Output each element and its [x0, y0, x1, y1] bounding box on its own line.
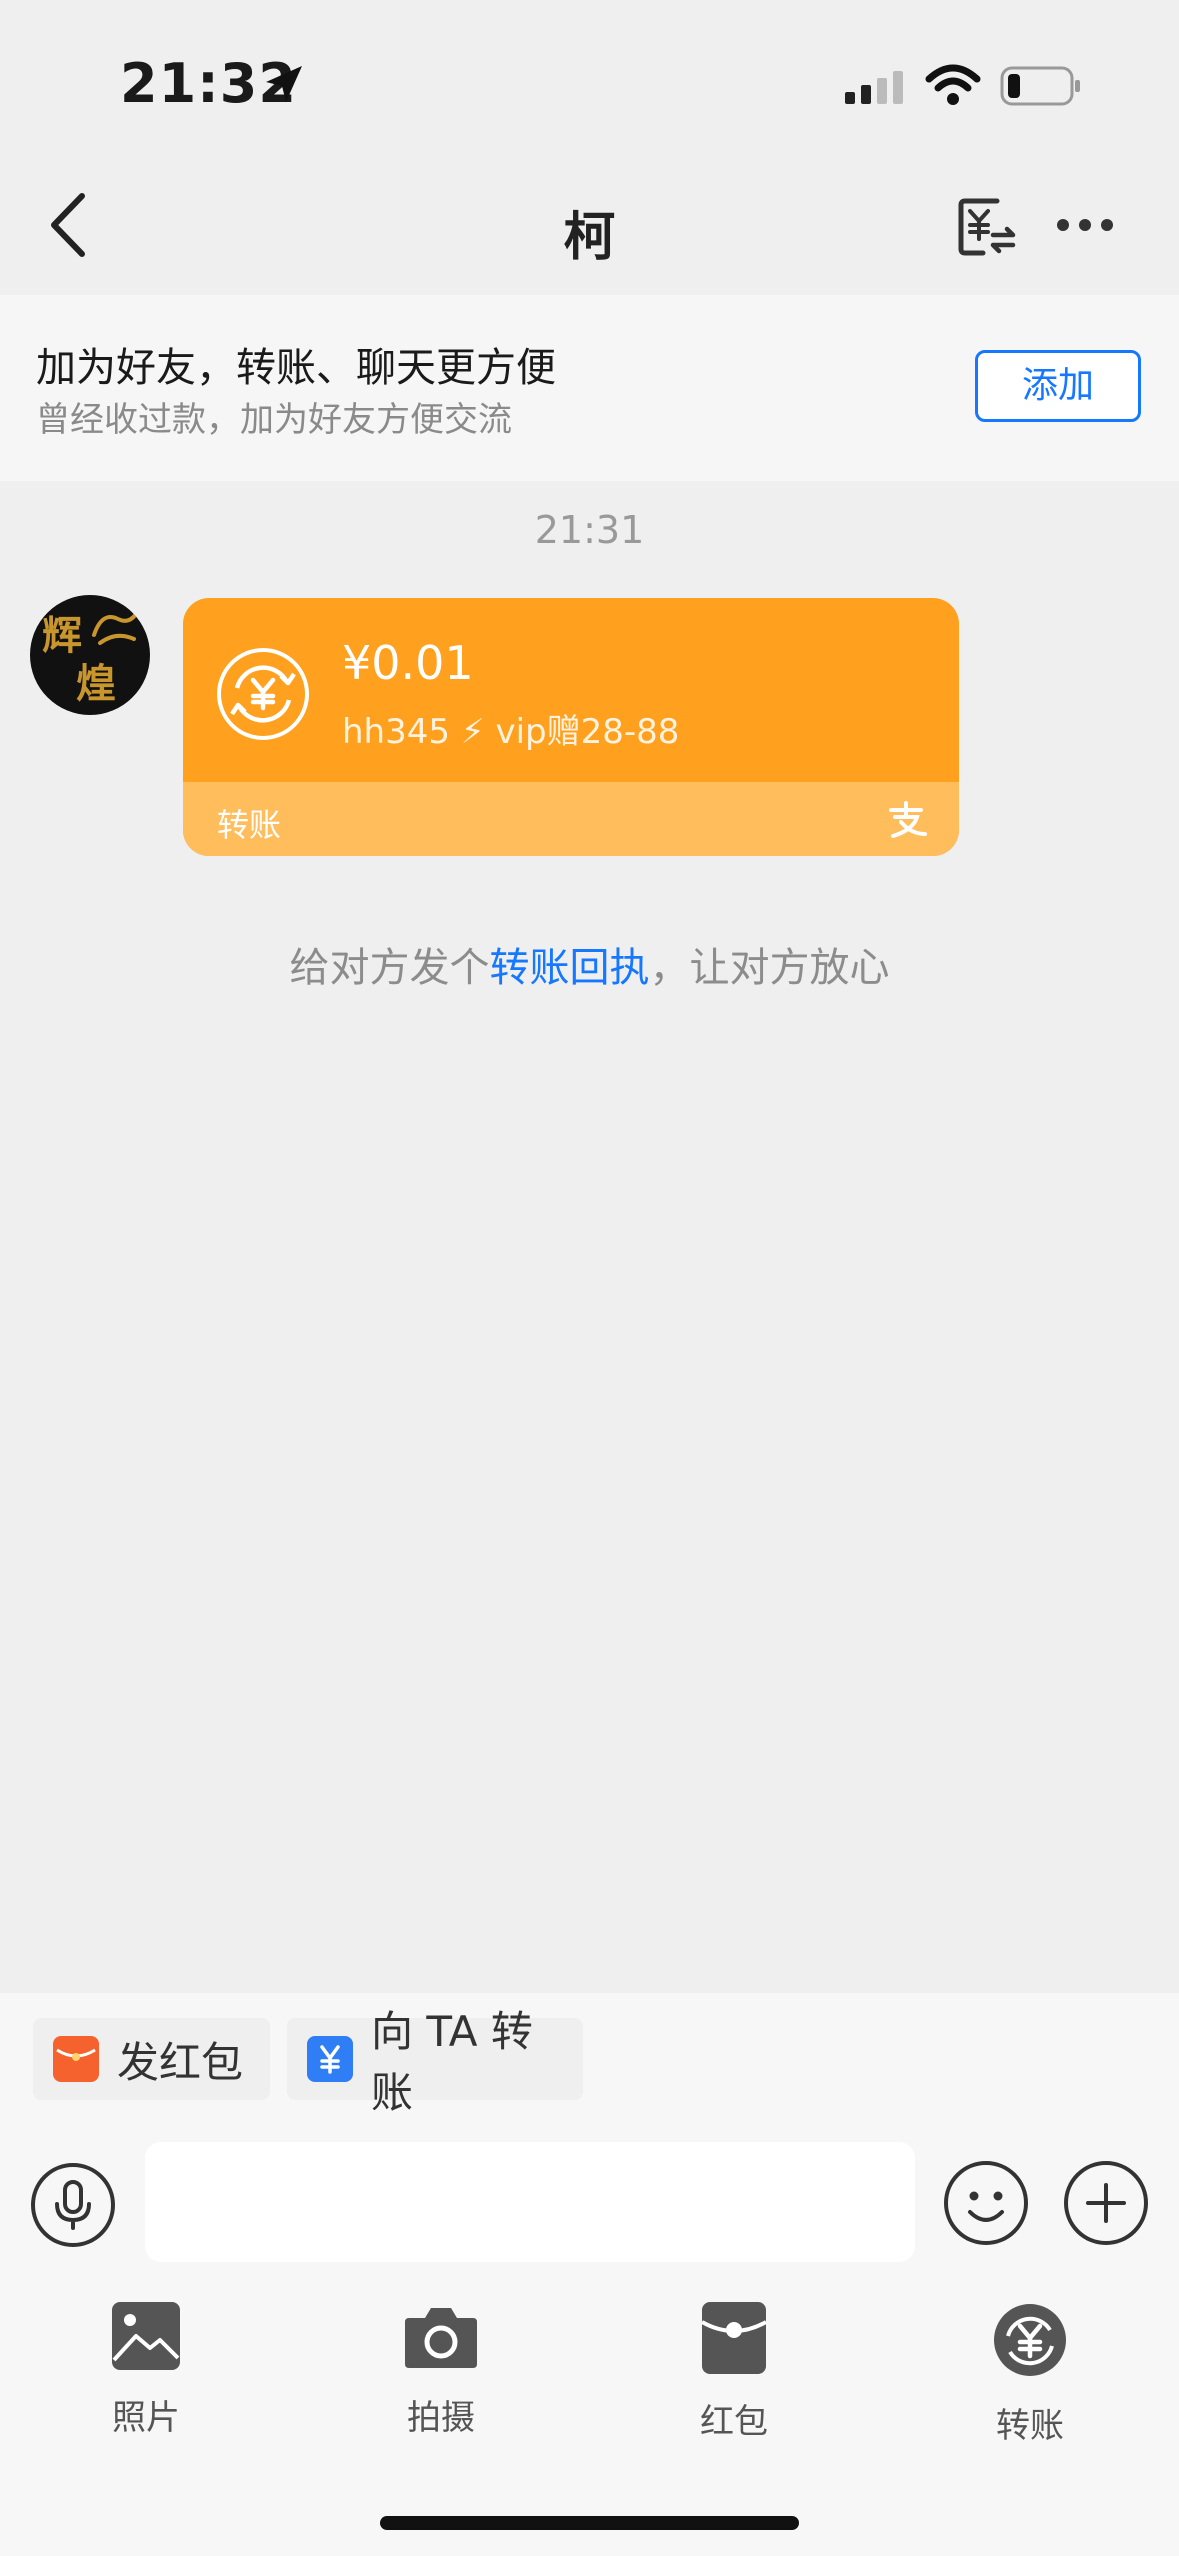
chip-label: 发红包 [117, 2037, 244, 2087]
message-timestamp: 21:31 [534, 508, 645, 552]
wifi-icon [925, 64, 981, 105]
red-packet-icon [701, 2302, 767, 2374]
chip-label: 向 TA 转账 [371, 2007, 533, 2117]
receipt-hint: 给对方发个转账回执，让对方放心 [0, 935, 1179, 993]
transfer-yuan-icon [307, 2036, 353, 2082]
contact-avatar[interactable]: 辉 煌 [30, 595, 150, 715]
transfer-message-card[interactable]: ¥0.01 hh345 ⚡ vip赠28-88 转账 [183, 598, 959, 856]
add-friend-button[interactable]: 添加 [975, 350, 1141, 422]
hint-before: 给对方发个 [289, 945, 490, 991]
banner-subtitle: 曾经收过款，加为好友方便交流 [36, 400, 512, 440]
toolbar-red-packet[interactable]: 红包 [654, 2300, 814, 2443]
card-footer [183, 782, 959, 856]
banner-title: 加为好友，转账、聊天更方便 [36, 345, 556, 391]
more-icon[interactable] [1055, 205, 1115, 245]
transfer-icon [994, 2304, 1066, 2376]
home-indicator [380, 2516, 799, 2530]
transfer-to-ta-chip[interactable]: 向 TA 转账 [287, 2007, 583, 2117]
message-input[interactable] [145, 2142, 915, 2262]
red-packet-icon [53, 2036, 99, 2082]
toolbar-label: 照片 [112, 2398, 180, 2438]
toolbar-label: 红包 [700, 2402, 768, 2442]
toolbar-label: 拍摄 [407, 2398, 475, 2438]
dragon-icon [92, 609, 140, 645]
battery-icon [1000, 66, 1080, 106]
transfer-amount: ¥0.01 [342, 636, 474, 690]
transfer-receipt-link[interactable]: 转账回执 [490, 945, 650, 991]
location-arrow-icon [266, 66, 302, 102]
toolbar-label: 转账 [996, 2406, 1064, 2446]
voice-input-icon[interactable] [30, 2162, 116, 2248]
alipay-logo-icon [889, 801, 927, 838]
transfer-note: hh345 ⚡ vip赠28-88 [342, 712, 680, 752]
photo-icon [112, 2302, 180, 2370]
avatar-char-2: 煌 [76, 660, 116, 707]
camera-icon [405, 2308, 477, 2368]
hint-after: ，让对方放心 [649, 945, 890, 991]
emoji-icon[interactable] [943, 2160, 1029, 2246]
transfer-record-icon[interactable] [955, 195, 1019, 259]
more-actions-plus-icon[interactable] [1063, 2160, 1149, 2246]
transfer-coin-icon [217, 648, 309, 740]
toolbar-photos[interactable]: 照片 [66, 2300, 226, 2439]
toolbar-camera[interactable]: 拍摄 [361, 2300, 521, 2439]
toolbar-transfer[interactable]: 转账 [950, 2300, 1110, 2447]
transfer-label: 转账 [217, 806, 282, 844]
cellular-signal-icon [845, 71, 903, 104]
send-red-packet-chip[interactable]: 发红包 [33, 2018, 270, 2100]
